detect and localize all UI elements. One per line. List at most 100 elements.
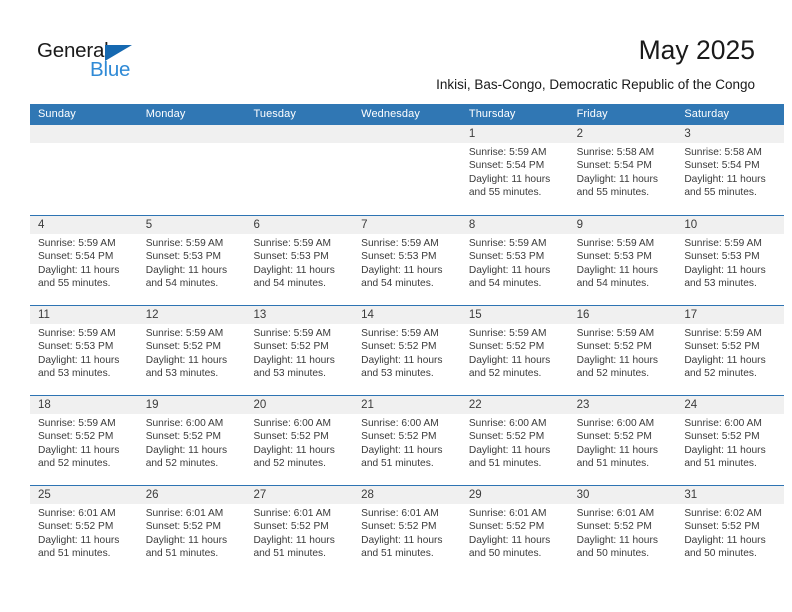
sunset-text: Sunset: 5:52 PM <box>468 431 545 443</box>
sunset-text: Sunset: 5:52 PM <box>253 431 329 443</box>
calendar-day-cell[interactable]: 21 Sunrise: 6:00 AM Sunset: 5:52 PM Dayligh… <box>353 396 461 485</box>
calendar-day-cell[interactable]: 9 Sunrise: 5:59 AM Sunset: 5:53 PM Daylight… <box>568 216 677 305</box>
calendar-day-cell[interactable]: 13 Sunrise: 5:59 AM Sunset: 5:52 PM Dayligh… <box>245 306 354 395</box>
calendar-day-cell[interactable]: 4 Sunrise: 5:59 AM Sunset: 5:54 PM Daylight… <box>30 216 138 305</box>
day-number-bar: 8 <box>460 216 569 234</box>
day-header-monday: Monday <box>145 108 186 120</box>
sunrise-text: Sunrise: 6:00 AM <box>576 418 655 429</box>
sunset-text: Sunset: 5:52 PM <box>253 521 329 533</box>
day-details: Sunrise: 5:59 AM Sunset: 5:54 PM Daylight:… <box>30 234 138 290</box>
sunrise-text: Sunrise: 5:59 AM <box>468 328 547 339</box>
daylight-text: Daylight: 11 hours and 52 minutes. <box>684 354 766 379</box>
calendar-day-cell[interactable]: 16 Sunrise: 5:59 AM Sunset: 5:52 PM Dayligh… <box>568 306 677 395</box>
calendar-day-cell[interactable]: 22 Sunrise: 6:00 AM Sunset: 5:52 PM Dayligh… <box>460 396 569 485</box>
calendar-day-cell[interactable]: 18 Sunrise: 5:59 AM Sunset: 5:52 PM Dayligh… <box>30 396 138 485</box>
calendar-weeks: 1 Sunrise: 5:59 AM Sunset: 5:54 PM Daylight… <box>30 125 785 575</box>
day-number-bar: 30 <box>568 486 677 504</box>
calendar-day-cell[interactable]: 28 Sunrise: 6:01 AM Sunset: 5:52 PM Dayligh… <box>353 486 461 575</box>
calendar-day-cell[interactable]: 27 Sunrise: 6:01 AM Sunset: 5:52 PM Dayligh… <box>245 486 354 575</box>
day-number-bar: 3 <box>676 125 785 143</box>
calendar-day-cell[interactable]: 25 Sunrise: 6:01 AM Sunset: 5:52 PM Dayligh… <box>30 486 138 575</box>
sunrise-text: Sunrise: 6:00 AM <box>145 418 224 429</box>
daylight-text: Daylight: 11 hours and 54 minutes. <box>576 264 658 289</box>
day-number-bar <box>137 125 246 143</box>
sunset-text: Sunset: 5:52 PM <box>38 521 114 533</box>
calendar-day-cell[interactable]: 12 Sunrise: 5:59 AM Sunset: 5:52 PM Dayligh… <box>137 306 246 395</box>
calendar-day-cell[interactable]: 5 Sunrise: 5:59 AM Sunset: 5:53 PM Daylight… <box>137 216 246 305</box>
calendar-day-cell[interactable]: 2 Sunrise: 5:58 AM Sunset: 5:54 PM Daylight… <box>568 125 677 215</box>
day-details: Sunrise: 6:02 AM Sunset: 5:52 PM Daylight:… <box>676 504 784 560</box>
day-number-bar: 25 <box>30 486 138 504</box>
calendar-day-cell[interactable]: 20 Sunrise: 6:00 AM Sunset: 5:52 PM Dayligh… <box>245 396 354 485</box>
day-number: 28 <box>361 489 374 501</box>
daylight-text: Daylight: 11 hours and 51 minutes. <box>38 534 120 559</box>
daylight-text: Daylight: 11 hours and 52 minutes. <box>145 444 228 469</box>
sunset-text: Sunset: 5:53 PM <box>468 251 545 263</box>
day-details: Sunrise: 5:59 AM Sunset: 5:52 PM Daylight:… <box>569 324 677 380</box>
day-details: Sunrise: 6:00 AM Sunset: 5:52 PM Daylight:… <box>676 414 784 470</box>
sunset-text: Sunset: 5:52 PM <box>361 341 437 353</box>
daylight-text: Daylight: 11 hours and 51 minutes. <box>253 534 335 559</box>
calendar-day-cell[interactable]: 29 Sunrise: 6:01 AM Sunset: 5:52 PM Dayligh… <box>460 486 569 575</box>
day-number: 31 <box>684 489 698 501</box>
sunset-text: Sunset: 5:52 PM <box>684 521 760 533</box>
calendar-day-cell[interactable]: 7 Sunrise: 5:59 AM Sunset: 5:53 PM Daylight… <box>353 216 461 305</box>
sunset-text: Sunset: 5:52 PM <box>468 341 545 353</box>
day-details: Sunrise: 5:59 AM Sunset: 5:52 PM Daylight:… <box>461 324 569 380</box>
day-details: Sunrise: 5:59 AM Sunset: 5:53 PM Daylight:… <box>245 234 353 290</box>
calendar-day-cell[interactable]: 10 Sunrise: 5:59 AM Sunset: 5:53 PM Dayligh… <box>676 216 785 305</box>
calendar-day-cell[interactable]: 17 Sunrise: 5:59 AM Sunset: 5:52 PM Dayligh… <box>676 306 785 395</box>
calendar-day-cell[interactable]: 3 Sunrise: 5:58 AM Sunset: 5:54 PM Daylight… <box>676 125 785 215</box>
day-number: 19 <box>145 399 159 411</box>
day-header-saturday: Saturday <box>684 108 730 120</box>
day-details: Sunrise: 5:59 AM Sunset: 5:53 PM Daylight:… <box>138 234 246 290</box>
day-of-week-header-row: Sunday Monday Tuesday Wednesday Thursday… <box>30 104 784 125</box>
day-number-bar: 13 <box>245 306 354 324</box>
day-number: 14 <box>361 309 374 321</box>
calendar-day-cell[interactable]: 11 Sunrise: 5:59 AM Sunset: 5:53 PM Dayligh… <box>30 306 138 395</box>
sunrise-text: Sunrise: 5:59 AM <box>361 328 439 339</box>
day-details: Sunrise: 5:58 AM Sunset: 5:54 PM Daylight:… <box>569 143 677 199</box>
day-details: Sunrise: 6:00 AM Sunset: 5:52 PM Daylight:… <box>245 414 353 470</box>
day-number: 29 <box>468 489 482 501</box>
calendar-day-cell[interactable]: 30 Sunrise: 6:01 AM Sunset: 5:52 PM Dayligh… <box>568 486 677 575</box>
day-number-bar: 5 <box>137 216 246 234</box>
sunset-text: Sunset: 5:52 PM <box>576 431 652 443</box>
day-number: 27 <box>253 489 267 501</box>
sunset-text: Sunset: 5:52 PM <box>38 431 114 443</box>
calendar-day-cell-empty <box>30 125 138 215</box>
day-number-bar <box>245 125 354 143</box>
sunrise-text: Sunrise: 5:59 AM <box>253 328 332 339</box>
calendar-day-cell[interactable]: 19 Sunrise: 6:00 AM Sunset: 5:52 PM Dayligh… <box>137 396 246 485</box>
daylight-text: Daylight: 11 hours and 54 minutes. <box>468 264 551 289</box>
calendar-day-cell[interactable]: 23 Sunrise: 6:00 AM Sunset: 5:52 PM Dayligh… <box>568 396 677 485</box>
calendar-day-cell[interactable]: 15 Sunrise: 5:59 AM Sunset: 5:52 PM Dayligh… <box>460 306 569 395</box>
day-number-bar <box>353 125 461 143</box>
daylight-text: Daylight: 11 hours and 50 minutes. <box>576 534 658 559</box>
day-details: Sunrise: 5:59 AM Sunset: 5:52 PM Daylight:… <box>676 324 784 380</box>
day-number-bar: 12 <box>137 306 246 324</box>
day-number-bar: 28 <box>353 486 461 504</box>
calendar-day-cell[interactable]: 6 Sunrise: 5:59 AM Sunset: 5:53 PM Daylight… <box>245 216 354 305</box>
daylight-text: Daylight: 11 hours and 51 minutes. <box>468 444 551 469</box>
day-number: 7 <box>361 219 368 231</box>
sunrise-text: Sunrise: 5:59 AM <box>253 238 332 249</box>
calendar-day-cell[interactable]: 14 Sunrise: 5:59 AM Sunset: 5:52 PM Dayligh… <box>353 306 461 395</box>
day-details: Sunrise: 6:00 AM Sunset: 5:52 PM Daylight:… <box>353 414 461 470</box>
page-header: General Blue May 2025 Inkisi, Bas-Congo,… <box>0 0 792 104</box>
day-header-wednesday: Wednesday <box>361 108 420 120</box>
calendar-day-cell[interactable]: 24 Sunrise: 6:00 AM Sunset: 5:52 PM Dayligh… <box>676 396 785 485</box>
calendar-day-cell[interactable]: 31 Sunrise: 6:02 AM Sunset: 5:52 PM Dayligh… <box>676 486 785 575</box>
day-details: Sunrise: 5:59 AM Sunset: 5:52 PM Daylight:… <box>138 324 246 380</box>
calendar-day-cell[interactable]: 1 Sunrise: 5:59 AM Sunset: 5:54 PM Daylight… <box>460 125 569 215</box>
general-blue-logo[interactable]: General Blue <box>37 40 152 84</box>
calendar-day-cell[interactable]: 8 Sunrise: 5:59 AM Sunset: 5:53 PM Daylight… <box>460 216 569 305</box>
day-number-bar: 15 <box>460 306 569 324</box>
daylight-text: Daylight: 11 hours and 50 minutes. <box>684 534 766 559</box>
daylight-text: Daylight: 11 hours and 51 minutes. <box>576 444 658 469</box>
day-details: Sunrise: 6:01 AM Sunset: 5:52 PM Daylight:… <box>353 504 461 560</box>
day-details: Sunrise: 5:59 AM Sunset: 5:53 PM Daylight:… <box>353 234 461 290</box>
sunrise-text: Sunrise: 5:58 AM <box>576 147 655 158</box>
calendar-day-cell[interactable]: 26 Sunrise: 6:01 AM Sunset: 5:52 PM Dayligh… <box>137 486 246 575</box>
day-number-bar: 21 <box>353 396 461 414</box>
